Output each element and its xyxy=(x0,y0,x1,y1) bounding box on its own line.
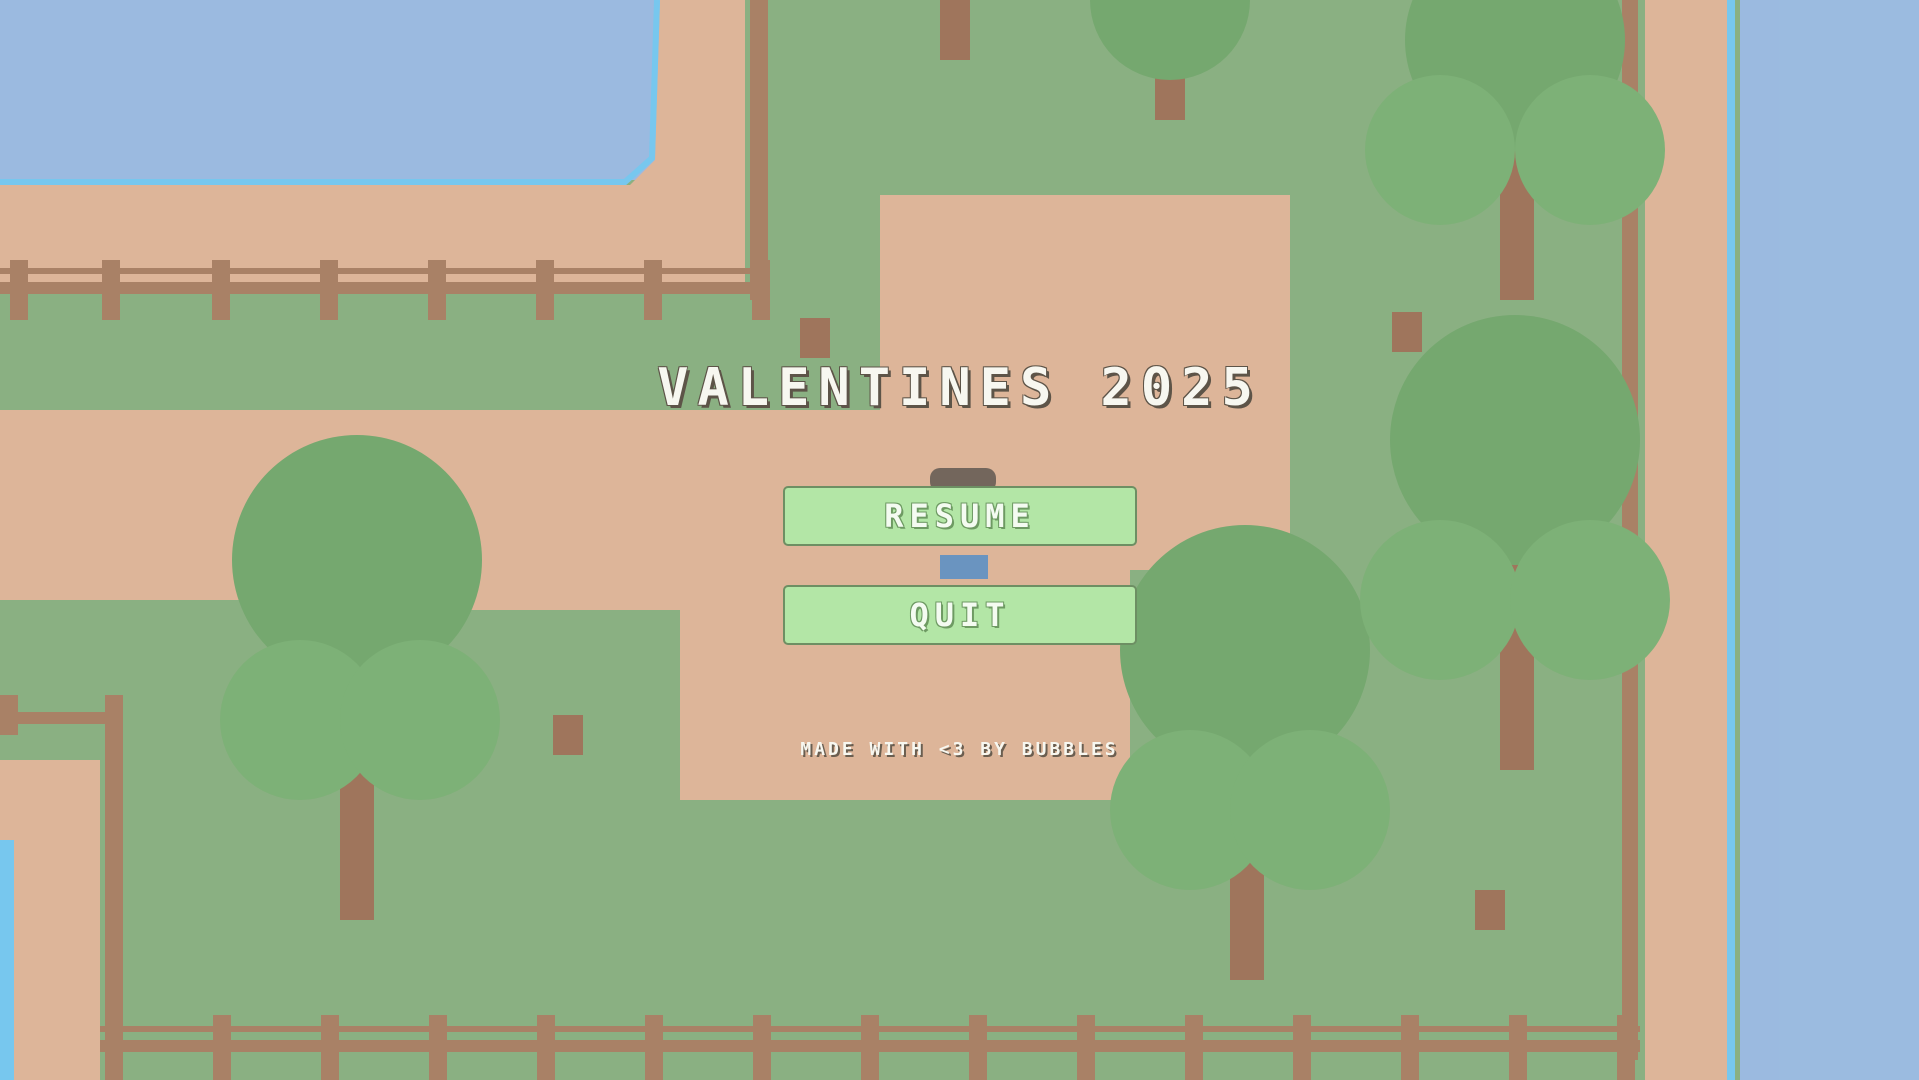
left-water-edge xyxy=(0,840,14,1080)
game-title: VALENTINES 2025 xyxy=(657,358,1262,418)
quit-button[interactable]: QUIT xyxy=(783,585,1137,645)
resume-button-label: RESUME xyxy=(884,497,1036,535)
fence-bottom xyxy=(100,1015,1640,1080)
left-shore-dirt xyxy=(0,760,100,1080)
quit-button-label: QUIT xyxy=(909,596,1011,634)
right-water-edge xyxy=(1727,0,1735,1080)
resume-button[interactable]: RESUME xyxy=(783,486,1137,546)
credits-text: MADE WITH <3 BY BUBBLES xyxy=(800,739,1119,760)
fence-vertical-top xyxy=(750,0,768,300)
